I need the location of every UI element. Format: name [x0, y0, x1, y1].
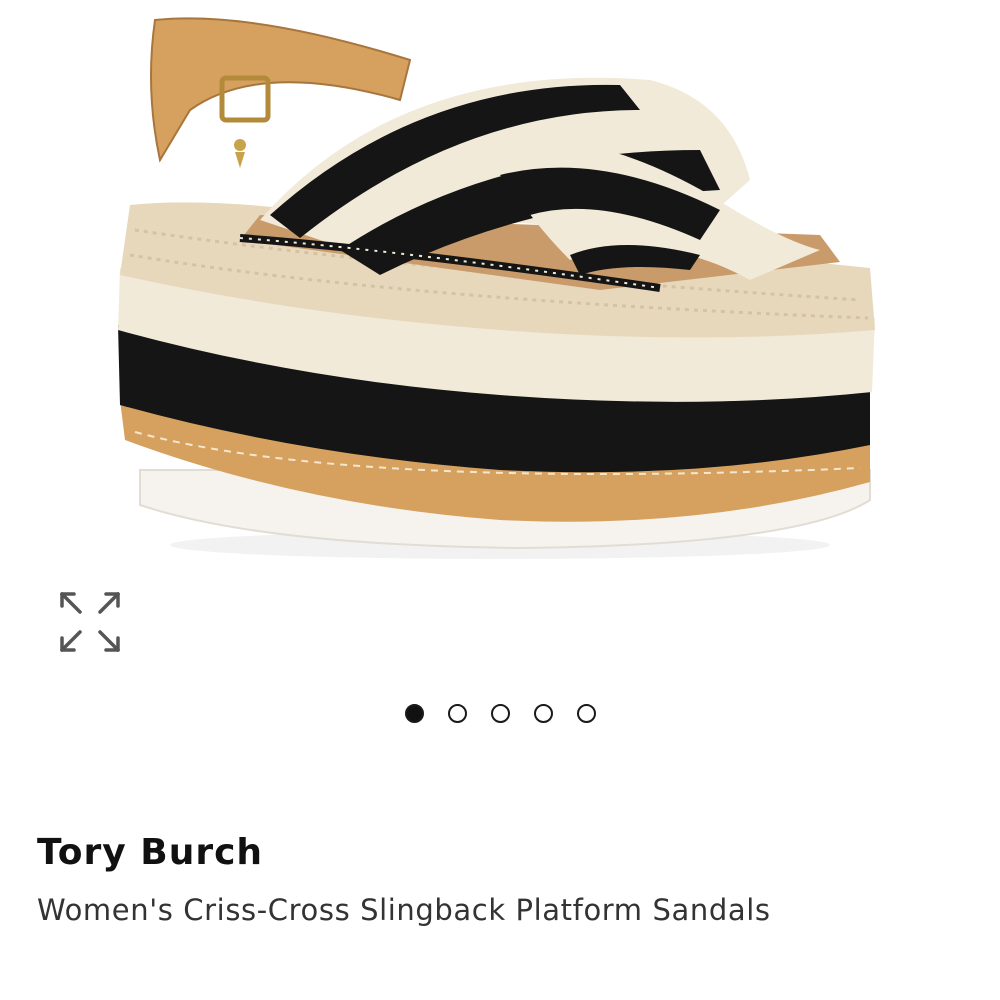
pager-dot-1[interactable] — [404, 704, 424, 723]
product-image[interactable] — [100, 0, 900, 570]
product-brand: Tory Burch — [37, 832, 264, 873]
expand-arrows-icon[interactable] — [58, 590, 122, 654]
pager-dot-5[interactable] — [576, 704, 596, 723]
sandal-illustration — [118, 17, 875, 559]
pager-dot-3[interactable] — [490, 704, 510, 723]
pager-dot-4[interactable] — [533, 704, 553, 723]
product-name: Women's Criss-Cross Slingback Platform S… — [37, 893, 771, 927]
image-pager — [0, 704, 1000, 723]
pager-dot-2[interactable] — [447, 704, 467, 723]
